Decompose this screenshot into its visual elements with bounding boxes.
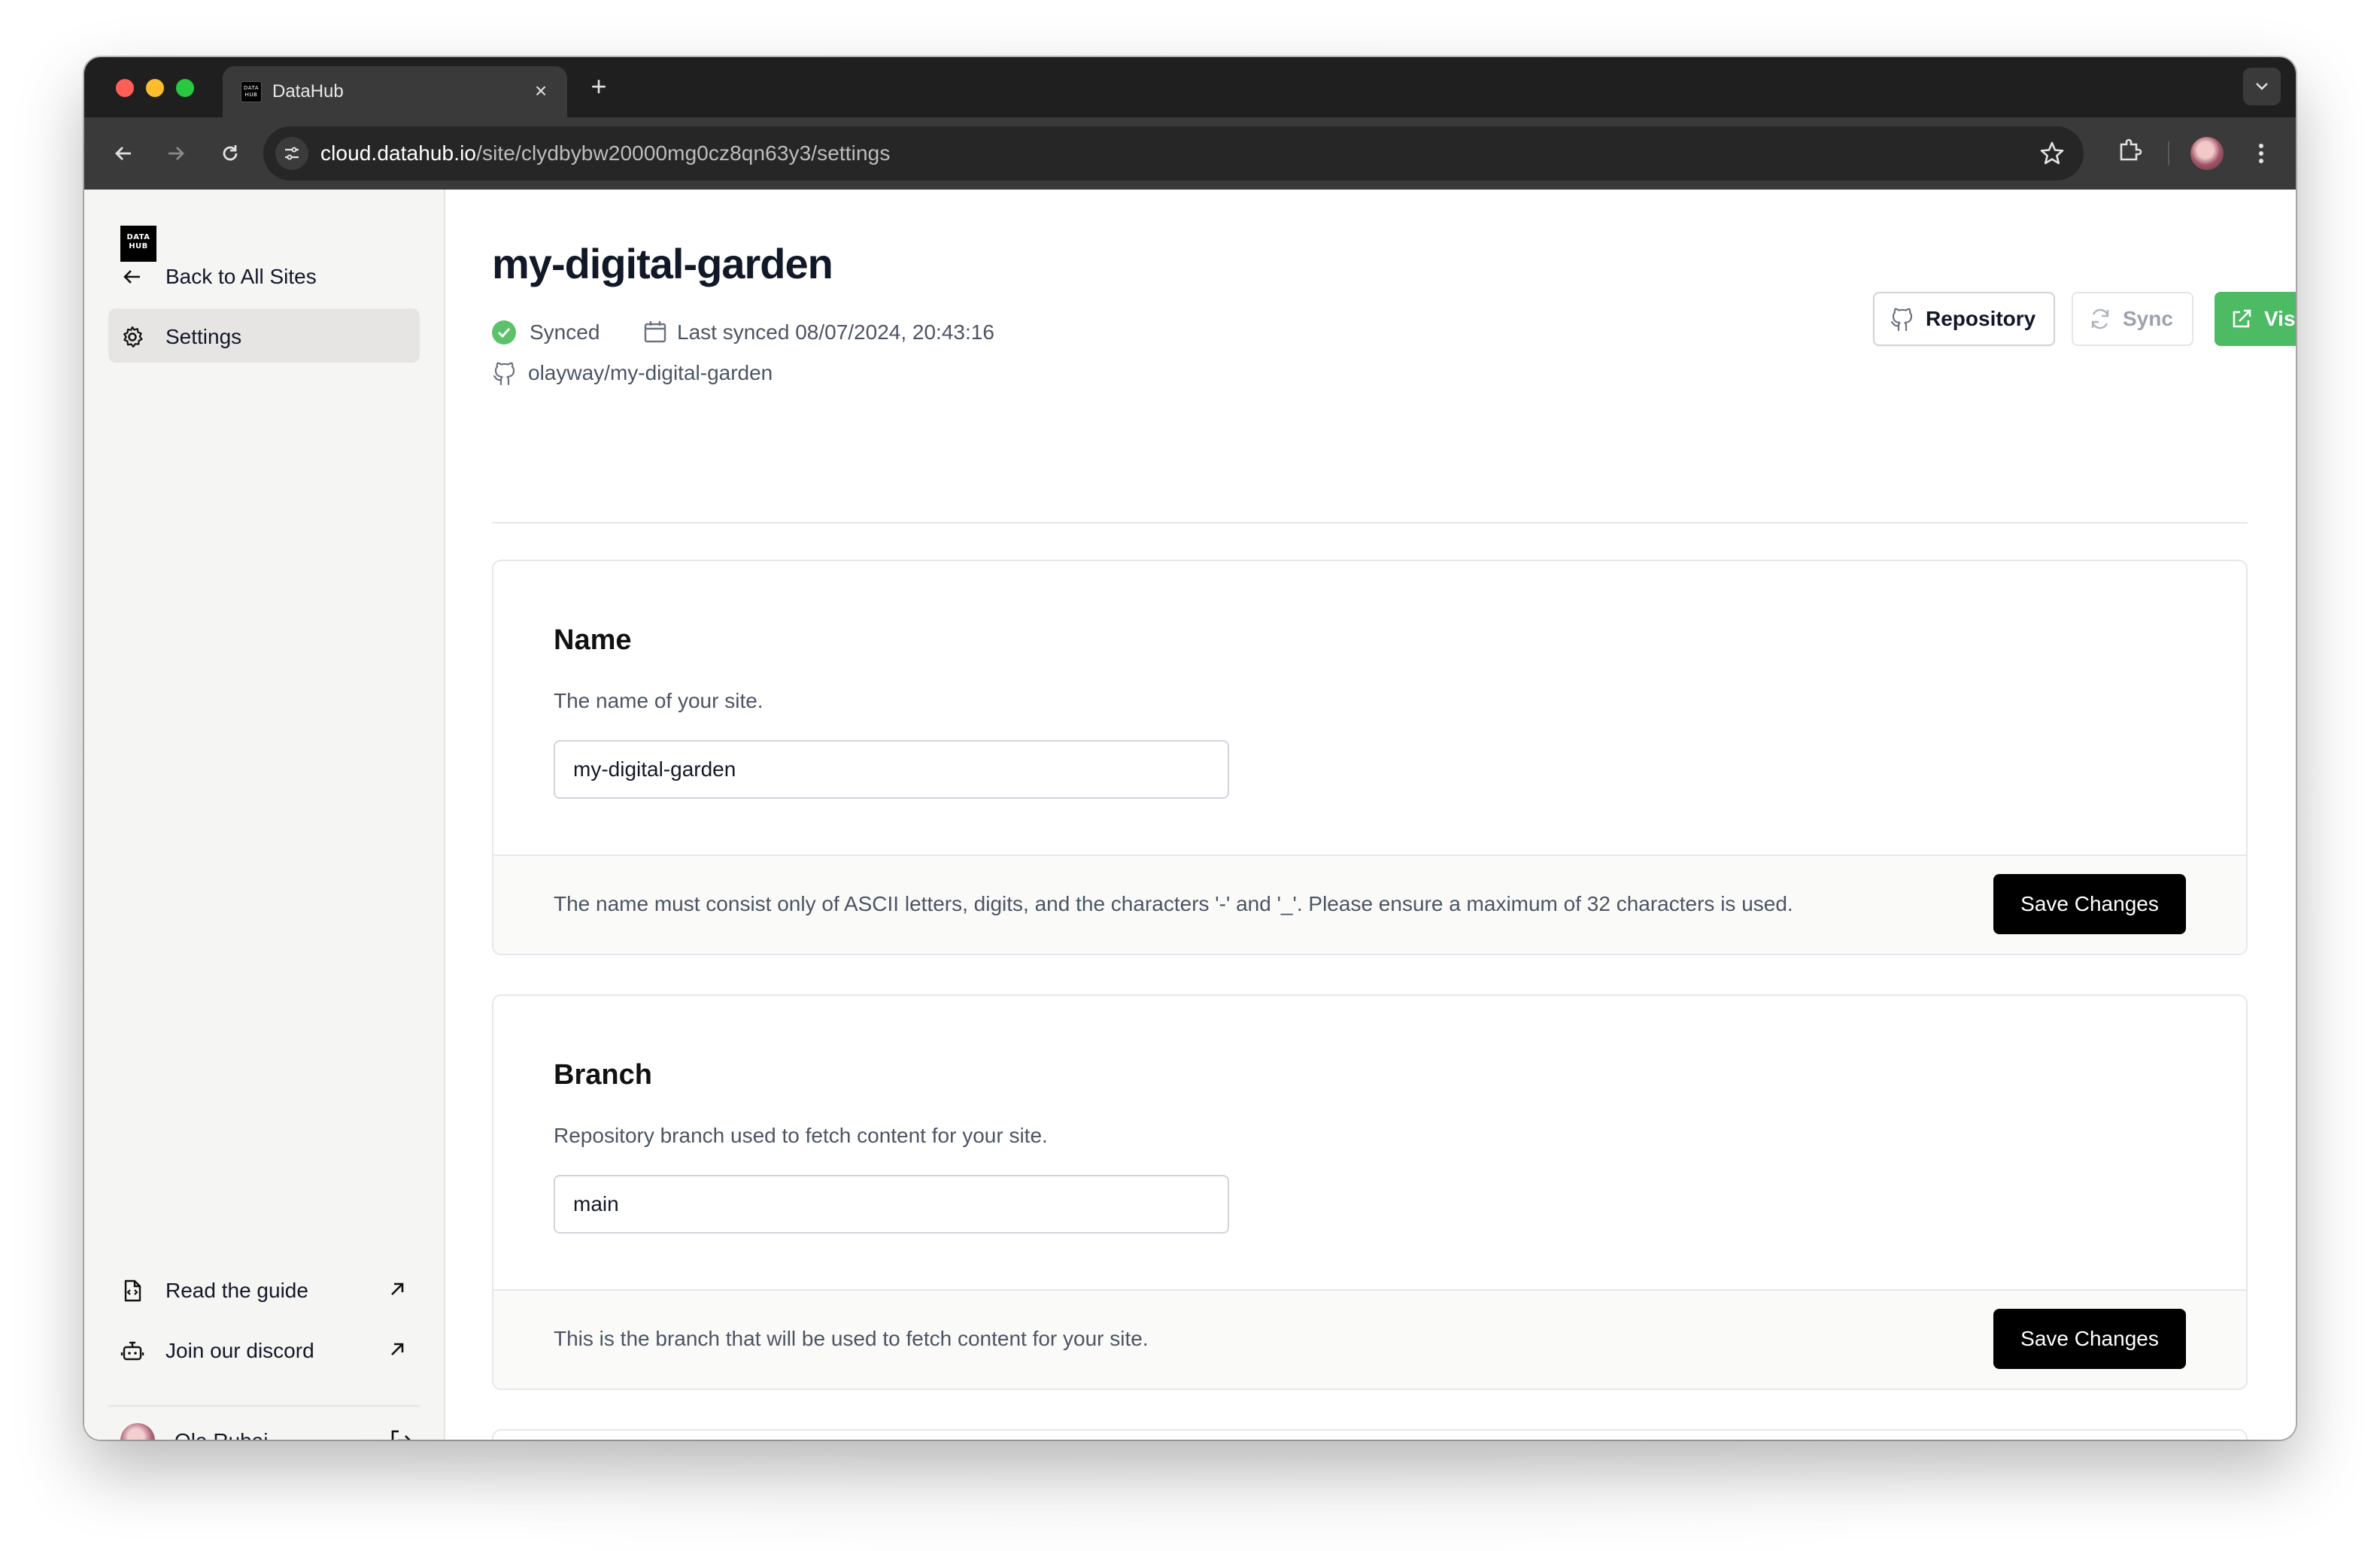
more-vertical-icon — [2259, 144, 2263, 163]
user-name: Ola Rubaj — [175, 1429, 269, 1440]
card-footer: This is the branch that will be used to … — [493, 1289, 2246, 1389]
arrow-left-icon — [120, 265, 144, 289]
maximize-window-button[interactable] — [176, 79, 194, 97]
back-to-all-sites-link[interactable]: Back to All Sites — [108, 248, 420, 302]
user-profile-row[interactable]: Ola Rubaj — [120, 1423, 420, 1440]
next-settings-card — [492, 1429, 2248, 1440]
main-content: my-digital-garden Synced Last synced 08/… — [445, 190, 2296, 1440]
sidebar-divider — [108, 1405, 420, 1407]
arrow-up-right-icon — [387, 1279, 408, 1304]
url-path: /site/clydbybw20000mg0cz8qn63y3/settings — [476, 141, 891, 165]
arrow-left-icon — [115, 147, 131, 160]
extensions-puzzle-icon[interactable] — [2115, 135, 2151, 171]
repository-button-label: Repository — [1926, 307, 2036, 330]
browser-menu-button[interactable] — [2243, 135, 2279, 171]
reload-button[interactable] — [212, 135, 248, 171]
check-circle-icon — [492, 320, 516, 344]
bookmark-star-icon[interactable] — [2038, 140, 2066, 171]
toolbar-separator — [2168, 141, 2169, 165]
last-synced-timestamp: Last synced 08/07/2024, 20:43:16 — [677, 320, 994, 344]
github-icon — [492, 360, 518, 392]
read-the-guide-label: Read the guide — [165, 1279, 308, 1302]
sidebar: DATA HUB Back to All Sites Settings Read… — [84, 190, 445, 1440]
back-nav-button[interactable] — [105, 135, 141, 171]
page-title: my-digital-garden — [492, 240, 833, 287]
close-window-button[interactable] — [116, 79, 134, 97]
card-description: The name of your site. — [554, 689, 763, 712]
external-link-icon — [2230, 307, 2254, 331]
refresh-icon — [2088, 307, 2112, 331]
page-content: DATA HUB Back to All Sites Settings Read… — [84, 190, 2296, 1440]
browser-window: DATA HUB DataHub × + cloud.datahub.io/si… — [84, 57, 2296, 1440]
reload-icon — [223, 145, 238, 161]
settings-label: Settings — [165, 325, 242, 348]
branch-input[interactable] — [554, 1175, 1229, 1234]
sync-button[interactable]: Sync — [2072, 292, 2193, 346]
card-title: Branch — [554, 1059, 652, 1091]
new-tab-icon[interactable]: + — [584, 72, 614, 102]
avatar — [120, 1423, 155, 1440]
datahub-favicon-icon: DATA HUB — [241, 81, 262, 102]
profile-avatar-icon[interactable] — [2190, 137, 2224, 170]
browser-toolbar: cloud.datahub.io/site/clydbybw20000mg0cz… — [84, 117, 2296, 190]
card-footer: The name must consist only of ASCII lett… — [493, 854, 2246, 954]
minimize-window-button[interactable] — [146, 79, 164, 97]
visit-button[interactable]: Visit — [2215, 292, 2296, 346]
repository-name[interactable]: olayway/my-digital-garden — [528, 361, 773, 385]
card-footer-note: This is the branch that will be used to … — [554, 1327, 1149, 1350]
github-icon — [1890, 305, 1915, 332]
tab-title: DataHub — [272, 81, 344, 102]
sidebar-item-settings[interactable]: Settings — [108, 308, 420, 363]
site-name-input[interactable] — [554, 740, 1229, 799]
status-badge: Synced — [530, 320, 600, 344]
repository-button[interactable]: Repository — [1873, 292, 2055, 346]
address-bar[interactable]: cloud.datahub.io/site/clydbybw20000mg0cz… — [263, 126, 2084, 181]
card-title: Name — [554, 624, 632, 656]
join-our-discord-label: Join our discord — [165, 1339, 314, 1362]
save-name-button[interactable]: Save Changes — [1993, 874, 2186, 934]
chevron-down-icon — [2256, 83, 2268, 90]
sync-button-label: Sync — [2123, 307, 2173, 330]
tab-search-button[interactable] — [2243, 68, 2281, 105]
forward-nav-button[interactable] — [158, 135, 194, 171]
name-settings-card: Name The name of your site. The name mus… — [492, 560, 2248, 955]
file-code-icon — [120, 1279, 144, 1303]
close-tab-icon[interactable]: × — [528, 78, 554, 104]
branch-settings-card: Branch Repository branch used to fetch c… — [492, 994, 2248, 1390]
back-to-all-sites-label: Back to All Sites — [165, 265, 317, 288]
url-domain: cloud.datahub.io — [320, 141, 477, 165]
browser-titlebar: DATA HUB DataHub × + — [84, 57, 2296, 117]
card-description: Repository branch used to fetch content … — [554, 1124, 1048, 1147]
header-divider — [492, 522, 2248, 524]
discord-bot-icon — [120, 1339, 144, 1363]
visit-button-label: Visit — [2264, 307, 2296, 330]
url-text: cloud.datahub.io/site/clydbybw20000mg0cz… — [320, 141, 890, 165]
gear-icon — [120, 325, 144, 349]
browser-tab[interactable]: DATA HUB DataHub × — [223, 66, 567, 117]
site-info-icon[interactable] — [275, 137, 308, 170]
calendar-icon — [642, 319, 668, 350]
arrow-right-icon — [168, 147, 184, 160]
join-our-discord-link[interactable]: Join our discord — [108, 1322, 420, 1376]
save-branch-button[interactable]: Save Changes — [1993, 1309, 2186, 1369]
read-the-guide-link[interactable]: Read the guide — [108, 1262, 420, 1316]
arrow-up-right-icon — [387, 1339, 408, 1364]
card-footer-note: The name must consist only of ASCII lett… — [554, 892, 1793, 915]
logout-icon[interactable] — [388, 1428, 414, 1440]
